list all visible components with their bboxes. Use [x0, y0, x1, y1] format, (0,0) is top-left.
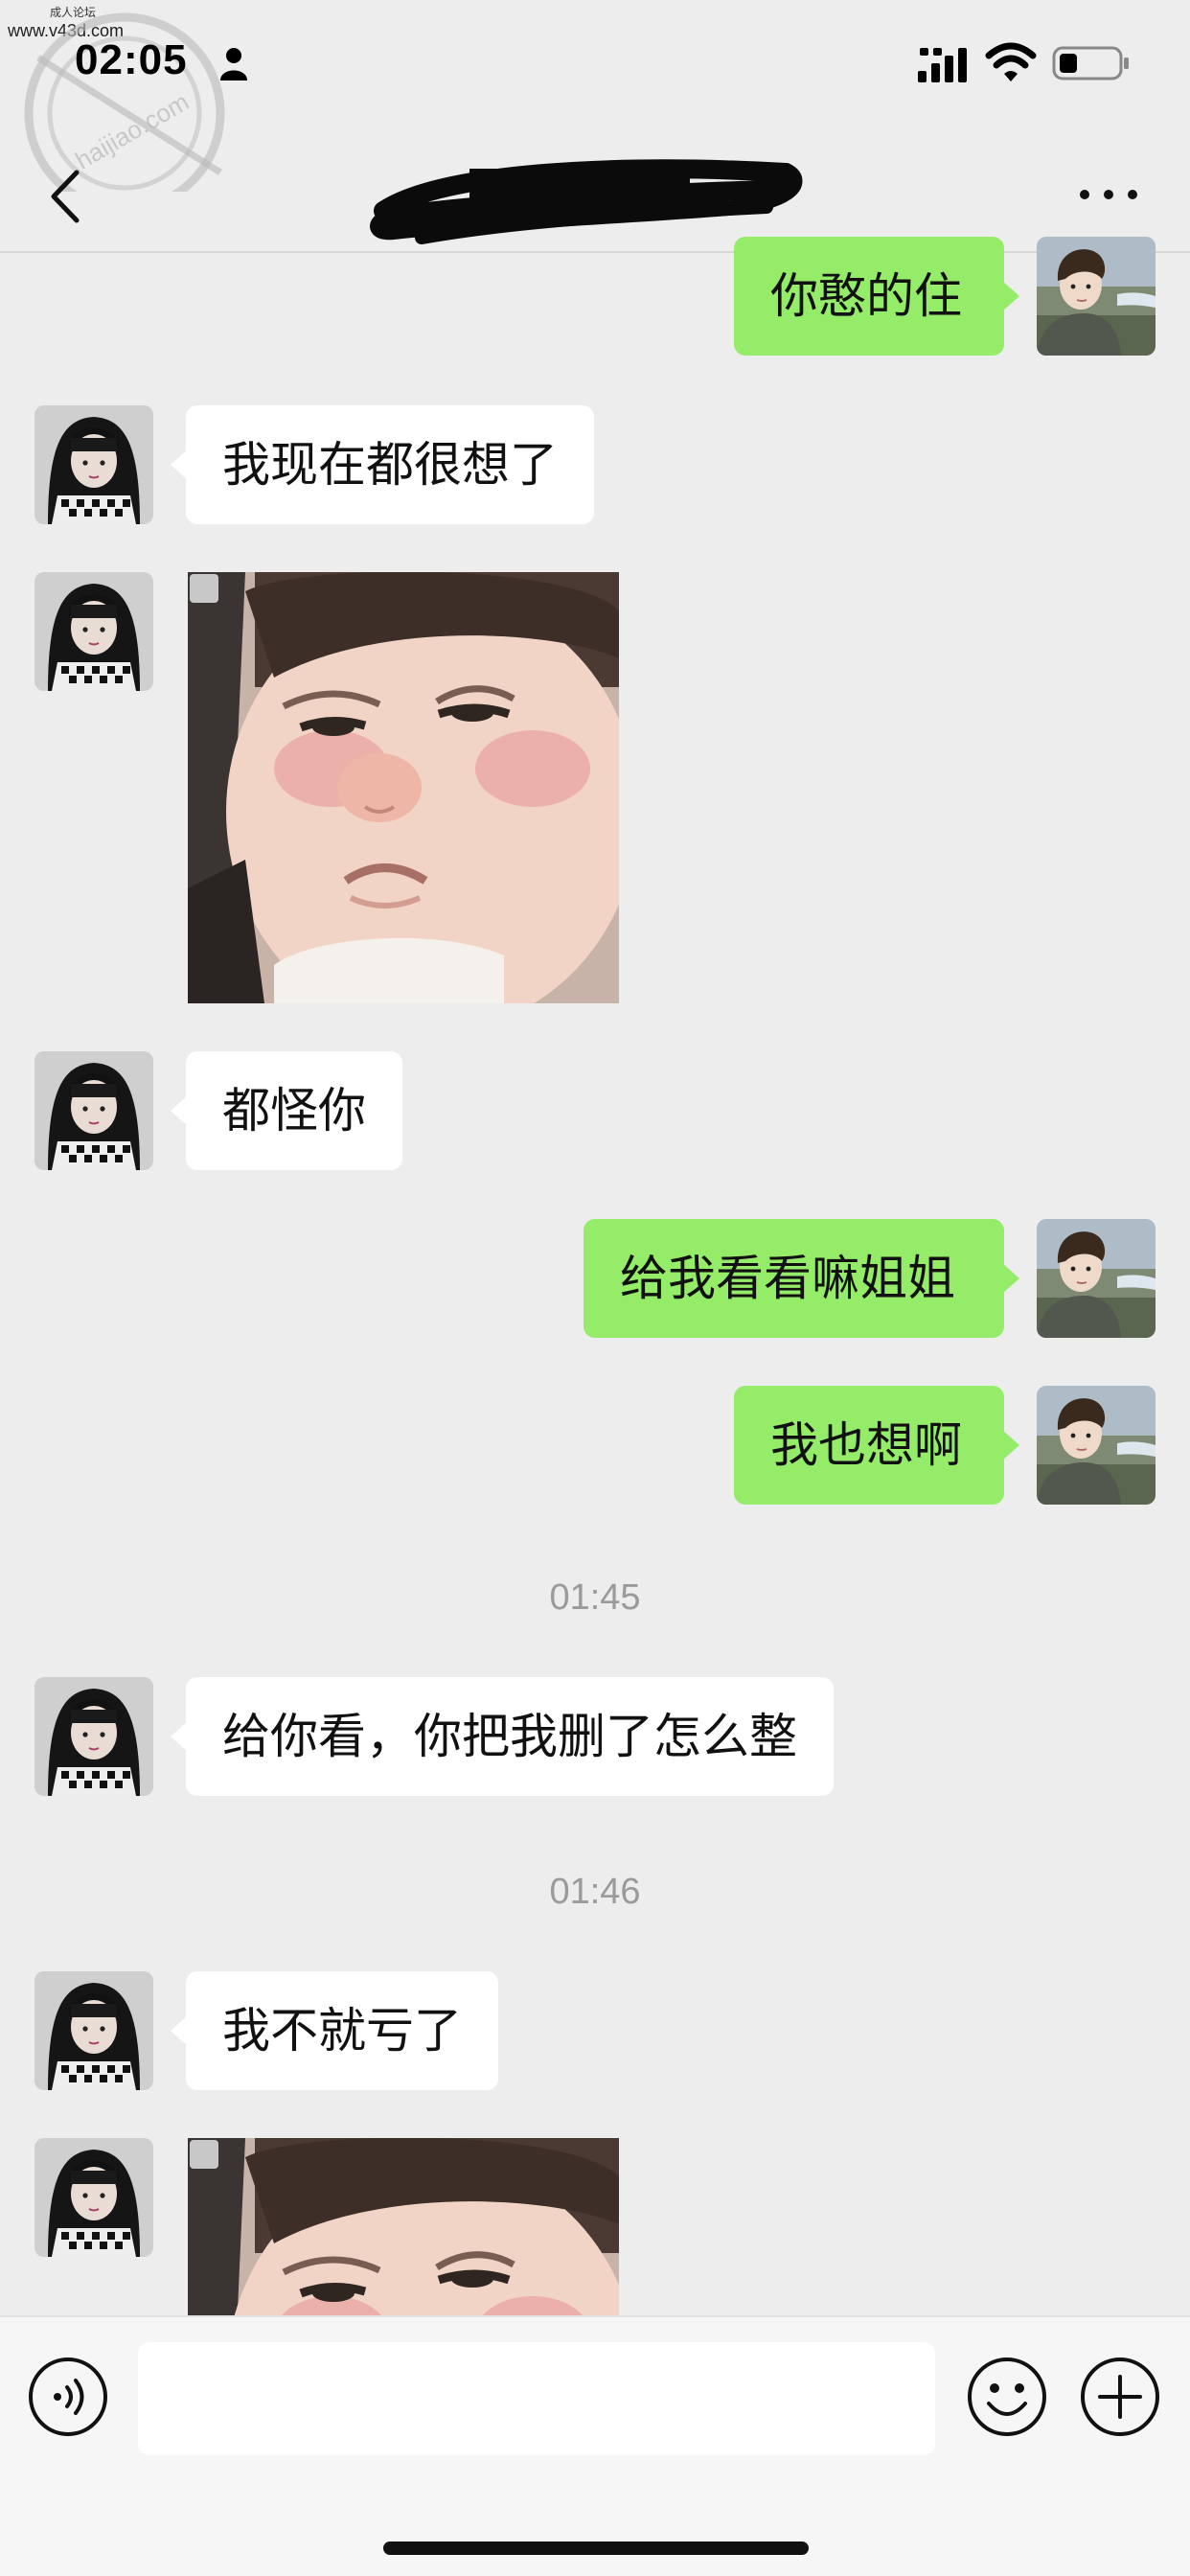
message-bubble-incoming[interactable]: 给你看，你把我删了怎么整 — [171, 1677, 834, 1796]
wifi-icon — [985, 42, 1037, 81]
avatar-contact[interactable] — [34, 2138, 153, 2257]
message-bubble-outgoing[interactable]: 我也想啊 — [734, 1386, 1019, 1505]
message-bubble-outgoing[interactable]: 你憨的住 — [734, 237, 1019, 356]
avatar-self[interactable] — [1037, 1386, 1156, 1505]
avatar-contact[interactable] — [34, 1051, 153, 1170]
timestamp-label: 01:45 — [549, 1577, 641, 1618]
home-indicator[interactable] — [383, 2542, 809, 2555]
nav-divider — [0, 251, 1190, 253]
message-bubble-outgoing[interactable]: 给我看看嘛姐姐 — [584, 1219, 1019, 1338]
avatar-self[interactable] — [1037, 1219, 1156, 1338]
redaction-scribble — [370, 159, 803, 244]
status-time: 02:05 — [75, 36, 188, 83]
person-icon — [220, 48, 247, 80]
message-bubble-incoming[interactable]: 我不就亏了 — [171, 1971, 498, 2090]
avatar-contact[interactable] — [34, 1677, 153, 1796]
message-bubble-incoming[interactable]: 都怪你 — [171, 1051, 402, 1170]
cellular-signal-icon — [918, 48, 967, 82]
plus-icon[interactable] — [1079, 2356, 1161, 2438]
avatar-contact[interactable] — [34, 1971, 153, 2090]
battery-icon — [1052, 46, 1129, 80]
crying-baby-sticker[interactable] — [188, 572, 619, 1003]
nav-bar — [0, 144, 1190, 253]
message-bubble-incoming[interactable]: 我现在都很想了 — [171, 405, 594, 524]
avatar-contact[interactable] — [34, 405, 153, 524]
emoji-icon[interactable] — [966, 2356, 1048, 2438]
chevron-left-icon[interactable] — [42, 163, 90, 230]
message-input[interactable] — [138, 2342, 935, 2455]
avatar-self[interactable] — [1037, 237, 1156, 356]
crying-baby-sticker[interactable] — [188, 2138, 619, 2315]
timestamp-label: 01:46 — [549, 1872, 641, 1912]
input-bar — [0, 2315, 1190, 2576]
voice-icon[interactable] — [27, 2356, 109, 2438]
avatar-contact[interactable] — [34, 572, 153, 691]
ellipsis-icon[interactable] — [1075, 180, 1142, 209]
watermark-small-text: 成人论坛 — [50, 6, 97, 19]
